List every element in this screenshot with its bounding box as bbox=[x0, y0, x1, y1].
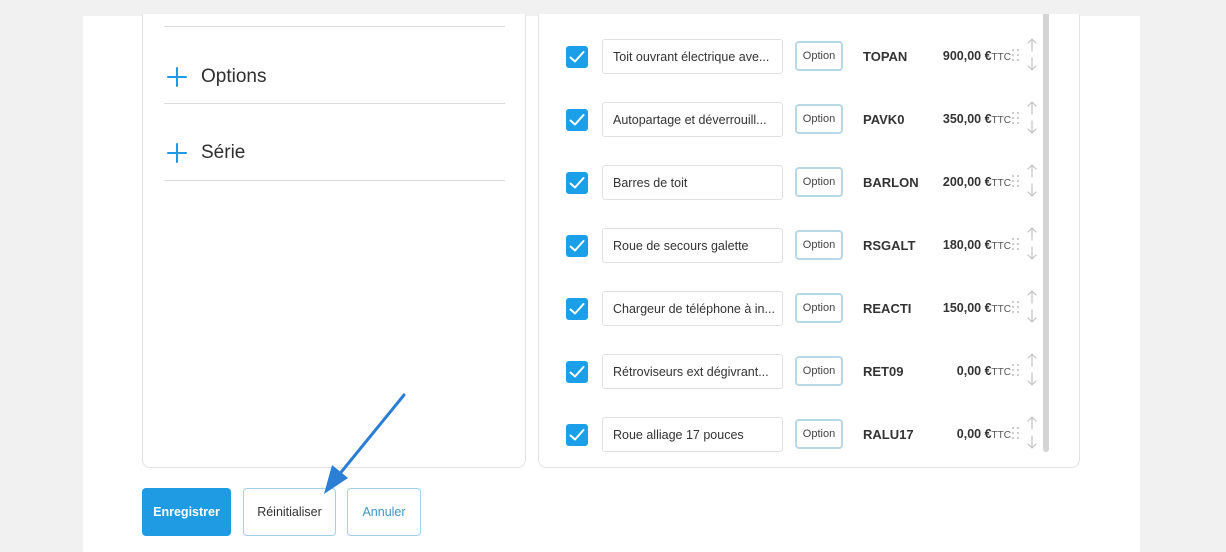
plus-icon bbox=[167, 67, 187, 87]
accordion-options[interactable]: Options bbox=[167, 66, 266, 88]
equipment-type-button[interactable]: Option bbox=[795, 356, 843, 386]
equipment-checkbox[interactable] bbox=[566, 172, 588, 194]
check-icon bbox=[569, 177, 585, 189]
equipment-price: 150,00 €TTC bbox=[943, 301, 1011, 315]
equipment-price-unit: TTC bbox=[991, 178, 1011, 189]
equipment-name-field[interactable]: Barres de toit bbox=[602, 165, 783, 200]
check-icon bbox=[569, 51, 585, 63]
equipment-name-field[interactable]: Autopartage et déverrouill... bbox=[602, 102, 783, 137]
equipment-price-value: 900,00 € bbox=[942, 49, 992, 63]
up-down-arrows-icon[interactable] bbox=[1026, 37, 1038, 73]
equipment-code: BARLON bbox=[863, 175, 919, 190]
equipment-price-unit: TTC bbox=[991, 52, 1011, 63]
equipment-row: Barres de toit Option BARLON 200,00 €TTC bbox=[539, 164, 1039, 200]
divider bbox=[164, 103, 505, 104]
plus-icon bbox=[167, 143, 187, 163]
category-panel: Options Série bbox=[142, 14, 526, 468]
cancel-button[interactable]: Annuler bbox=[347, 488, 421, 536]
up-down-arrows-icon[interactable] bbox=[1026, 100, 1038, 136]
equipment-row: Roue de secours galette Option RSGALT 180,0… bbox=[539, 227, 1039, 263]
check-icon bbox=[569, 114, 585, 126]
drag-handle-icon[interactable] bbox=[1012, 49, 1020, 61]
equipment-price-unit: TTC bbox=[991, 367, 1011, 378]
drag-handle-icon[interactable] bbox=[1012, 112, 1020, 124]
accordion-serie-label: Série bbox=[201, 142, 246, 163]
equipment-checkbox[interactable] bbox=[566, 424, 588, 446]
drag-handle-icon[interactable] bbox=[1012, 175, 1020, 187]
equipment-price-value: 180,00 € bbox=[942, 238, 992, 252]
equipment-row: Chargeur de téléphone à in... Option REACT… bbox=[539, 290, 1039, 326]
equipment-code: RALU17 bbox=[863, 427, 914, 442]
equipment-price-unit: TTC bbox=[991, 304, 1011, 315]
equipment-name-field[interactable]: Chargeur de téléphone à in... bbox=[602, 291, 783, 326]
up-down-arrows-icon[interactable] bbox=[1026, 226, 1038, 262]
up-down-arrows-icon[interactable] bbox=[1026, 415, 1038, 451]
equipment-checkbox[interactable] bbox=[566, 109, 588, 131]
equipment-name-field[interactable]: Toit ouvrant électrique ave... bbox=[602, 39, 783, 74]
accordion-serie[interactable]: Série bbox=[167, 142, 245, 164]
equipment-code: RET09 bbox=[863, 364, 904, 379]
check-icon bbox=[569, 303, 585, 315]
equipment-price-unit: TTC bbox=[991, 241, 1011, 252]
scrollbar[interactable] bbox=[1043, 14, 1049, 452]
reset-button[interactable]: Réinitialiser bbox=[243, 488, 336, 536]
equipment-price: 200,00 €TTC bbox=[943, 175, 1011, 189]
equipment-price: 180,00 €TTC bbox=[943, 238, 1011, 252]
equipment-type-button[interactable]: Option bbox=[795, 230, 843, 260]
equipment-price: 0,00 €TTC bbox=[957, 427, 1011, 441]
page: Options Série Toit ouvrant électrique av… bbox=[83, 14, 1140, 552]
equipment-price-value: 200,00 € bbox=[942, 175, 992, 189]
up-down-arrows-icon[interactable] bbox=[1026, 352, 1038, 388]
equipment-type-button[interactable]: Option bbox=[795, 167, 843, 197]
equipment-checkbox[interactable] bbox=[566, 235, 588, 257]
equipment-price-value: 0,00 € bbox=[956, 364, 992, 378]
equipment-code: TOPAN bbox=[863, 49, 908, 64]
equipment-price-unit: TTC bbox=[991, 115, 1011, 126]
equipment-code: RSGALT bbox=[863, 238, 916, 253]
equipment-price: 900,00 €TTC bbox=[943, 49, 1011, 63]
equipment-row: Roue alliage 17 pouces Option RALU17 0,00 €… bbox=[539, 416, 1039, 452]
check-icon bbox=[569, 240, 585, 252]
save-button[interactable]: Enregistrer bbox=[142, 488, 231, 536]
equipment-price-unit: TTC bbox=[991, 430, 1011, 441]
divider bbox=[164, 26, 505, 27]
equipment-price: 0,00 €TTC bbox=[957, 364, 1011, 378]
equipment-price-value: 0,00 € bbox=[956, 427, 992, 441]
equipment-price-value: 350,00 € bbox=[942, 112, 992, 126]
equipment-list-panel: Toit ouvrant électrique ave... Option TOPA… bbox=[538, 14, 1080, 468]
up-down-arrows-icon[interactable] bbox=[1026, 163, 1038, 199]
equipment-type-button[interactable]: Option bbox=[795, 293, 843, 323]
drag-handle-icon[interactable] bbox=[1012, 427, 1020, 439]
equipment-checkbox[interactable] bbox=[566, 46, 588, 68]
equipment-name-field[interactable]: Roue de secours galette bbox=[602, 228, 783, 263]
equipment-code: REACTI bbox=[863, 301, 912, 316]
equipment-type-button[interactable]: Option bbox=[795, 419, 843, 449]
equipment-row: Rétroviseurs ext dégivrant... Option RET09… bbox=[539, 353, 1039, 389]
equipment-checkbox[interactable] bbox=[566, 361, 588, 383]
equipment-price-value: 150,00 € bbox=[942, 301, 992, 315]
equipment-type-button[interactable]: Option bbox=[795, 104, 843, 134]
equipment-name-field[interactable]: Roue alliage 17 pouces bbox=[602, 417, 783, 452]
equipment-row: Toit ouvrant électrique ave... Option TOPA… bbox=[539, 38, 1039, 74]
divider bbox=[164, 180, 505, 181]
equipment-price: 350,00 €TTC bbox=[943, 112, 1011, 126]
accordion-options-label: Options bbox=[201, 66, 267, 87]
equipment-name-field[interactable]: Rétroviseurs ext dégivrant... bbox=[602, 354, 783, 389]
equipment-row: Autopartage et déverrouill... Option PAVK0… bbox=[539, 101, 1039, 137]
drag-handle-icon[interactable] bbox=[1012, 364, 1020, 376]
equipment-code: PAVK0 bbox=[863, 112, 905, 127]
check-icon bbox=[569, 366, 585, 378]
up-down-arrows-icon[interactable] bbox=[1026, 289, 1038, 325]
equipment-type-button[interactable]: Option bbox=[795, 41, 843, 71]
drag-handle-icon[interactable] bbox=[1012, 238, 1020, 250]
drag-handle-icon[interactable] bbox=[1012, 301, 1020, 313]
equipment-checkbox[interactable] bbox=[566, 298, 588, 320]
scrollbar-thumb[interactable] bbox=[1043, 14, 1049, 452]
check-icon bbox=[569, 429, 585, 441]
